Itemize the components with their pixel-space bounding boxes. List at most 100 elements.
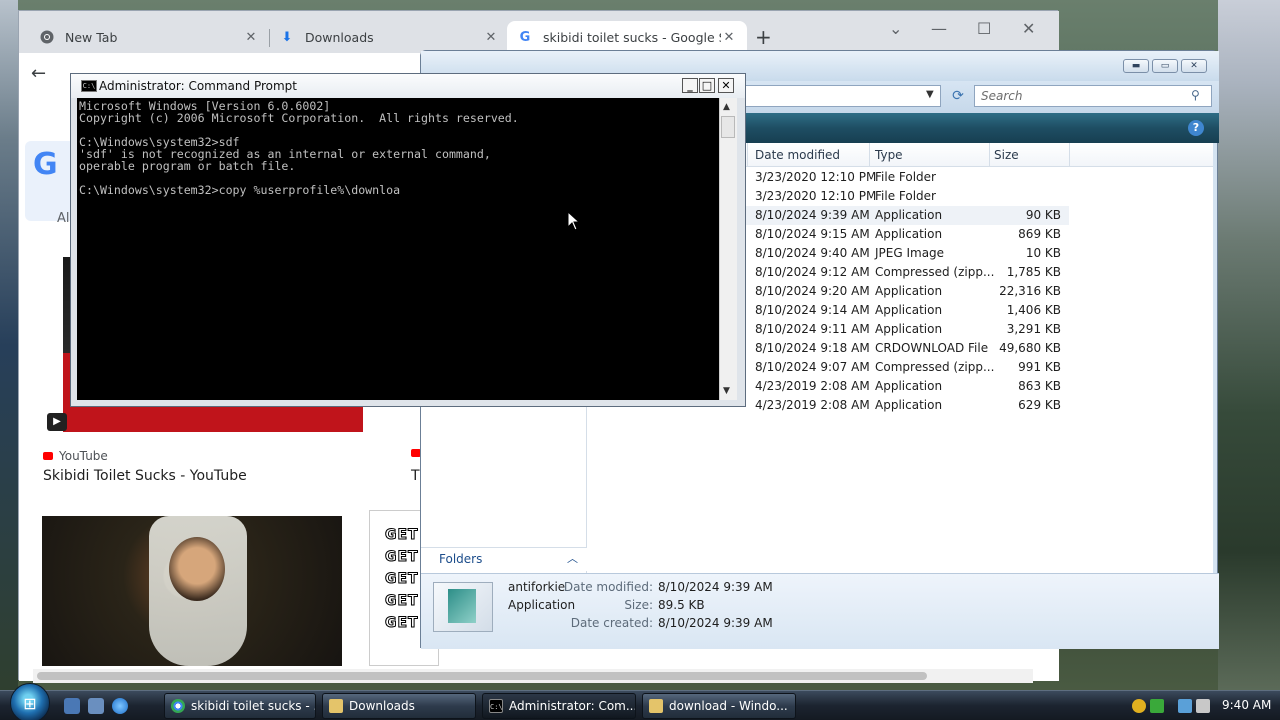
play-icon[interactable]: ▶	[47, 413, 67, 431]
tab-downloads[interactable]: ⬇ Downloads ✕	[269, 21, 509, 53]
scroll-down-icon[interactable]: ▼	[723, 386, 730, 396]
chrome-icon	[171, 699, 185, 713]
taskbar-button-downloads[interactable]: Downloads	[322, 693, 476, 719]
download-icon: ⬇	[281, 29, 293, 45]
file-size: 991 KB	[1018, 360, 1061, 374]
file-size: 22,316 KB	[999, 284, 1061, 298]
chevron-up-icon[interactable]: ︿	[567, 550, 578, 566]
file-row[interactable]: 8/10/2024 9:07 AM Compressed (zipp... 991 …	[741, 358, 1069, 377]
help-icon[interactable]: ?	[1188, 120, 1204, 136]
file-type: Application	[875, 303, 943, 317]
console-output[interactable]: Microsoft Windows [Version 6.0.6002] Cop…	[77, 98, 719, 400]
maximize-icon[interactable]: □	[699, 78, 715, 93]
scroll-up-icon[interactable]: ▲	[723, 102, 730, 112]
show-desktop-icon[interactable]	[64, 698, 80, 714]
result-title[interactable]: Skibidi Toilet Sucks - YouTube	[43, 468, 247, 484]
file-type: Application	[875, 379, 943, 393]
security-shield-icon[interactable]	[1132, 699, 1146, 713]
close-icon[interactable]: ✕	[483, 30, 499, 45]
scrollbar-thumb[interactable]	[37, 672, 927, 680]
file-type: Application	[875, 227, 943, 241]
taskbar-button-cmd[interactable]: C:\ Administrator: Com...	[482, 693, 636, 719]
file-type: Application	[875, 284, 943, 298]
new-tab-plus-icon[interactable]: +	[755, 25, 772, 49]
file-row[interactable]: 4/23/2019 2:08 AM Application 629 KB	[741, 396, 1069, 415]
start-button-windows-icon[interactable]: ⊞	[10, 683, 50, 720]
column-type[interactable]: Type	[875, 148, 903, 162]
file-type: Application	[875, 322, 943, 336]
file-size: 1,406 KB	[1006, 303, 1061, 317]
file-row[interactable]: 3/23/2020 12:10 PM File Folder	[741, 168, 1069, 187]
details-pane: antiforkie Application Date modified: 8/…	[421, 573, 1219, 649]
close-window-icon[interactable]: ✕	[1181, 59, 1207, 73]
minimize-icon[interactable]: ▬	[1123, 59, 1149, 73]
file-row[interactable]: 8/10/2024 9:18 AM CRDOWNLOAD File 49,680 K…	[741, 339, 1069, 358]
file-row[interactable]: 8/10/2024 9:14 AM Application 1,406 KB	[741, 301, 1069, 320]
window-title: Administrator: Command Prompt	[99, 79, 297, 93]
thumbnail-text: GET	[385, 527, 419, 544]
file-row[interactable]: 4/23/2019 2:08 AM Application 863 KB	[741, 377, 1069, 396]
back-arrow-icon[interactable]: ←	[31, 63, 46, 84]
desktop-background-right	[1218, 0, 1280, 690]
result-source-label: YouTube	[59, 449, 108, 463]
file-row[interactable]: 8/10/2024 9:11 AM Application 3,291 KB	[741, 320, 1069, 339]
file-row[interactable]: 8/10/2024 9:20 AM Application 22,316 KB	[741, 282, 1069, 301]
close-icon[interactable]: ✕	[243, 30, 259, 45]
file-type: File Folder	[875, 170, 936, 184]
command-prompt-window: C:\ Administrator: Command Prompt _ □ ✕ …	[70, 73, 746, 407]
close-window-icon[interactable]: ✕	[718, 78, 734, 93]
close-window-icon[interactable]: ✕	[1022, 19, 1035, 38]
google-logo-icon[interactable]: G	[33, 147, 58, 182]
taskbar-button-label: Administrator: Com...	[509, 699, 636, 713]
chevron-down-icon[interactable]: ▼	[926, 89, 934, 100]
taskbar-button-chrome[interactable]: skibidi toilet sucks - ...	[164, 693, 316, 719]
tab-search-chevron-icon[interactable]: ⌄	[889, 19, 902, 38]
file-type: JPEG Image	[875, 246, 945, 260]
tab-new-tab[interactable]: New Tab ✕	[29, 21, 269, 53]
column-separator	[989, 143, 990, 167]
folders-toggle[interactable]: Folders	[421, 547, 587, 571]
volume-muted-icon[interactable]	[1196, 699, 1210, 713]
maximize-icon[interactable]: ▭	[1152, 59, 1178, 73]
file-type: Application	[875, 208, 943, 222]
scrollbar-thumb[interactable]	[721, 116, 735, 138]
cmd-icon: C:\	[489, 699, 503, 713]
file-row[interactable]: 8/10/2024 9:15 AM Application 869 KB	[741, 225, 1069, 244]
file-row[interactable]: 8/10/2024 9:40 AM JPEG Image 10 KB	[741, 244, 1069, 263]
refresh-icon[interactable]: ⟳	[947, 85, 969, 107]
taskbar-button-explorer[interactable]: download - Windo...	[642, 693, 796, 719]
file-size: 863 KB	[1018, 379, 1061, 393]
file-date: 3/23/2020 12:10 PM	[755, 170, 877, 184]
taskbar-button-label: skibidi toilet sucks - ...	[191, 699, 316, 713]
vertical-scrollbar[interactable]	[719, 98, 737, 400]
column-size[interactable]: Size	[994, 148, 1019, 162]
file-date: 4/23/2019 2:08 AM	[755, 379, 870, 393]
cmd-icon: C:\	[81, 80, 97, 92]
file-row[interactable]: 8/10/2024 9:12 AM Compressed (zipp... 1,78…	[741, 263, 1069, 282]
minimize-icon[interactable]: _	[682, 78, 698, 93]
clock[interactable]: 9:40 AM	[1222, 698, 1271, 712]
search-icon[interactable]: ⚲	[1191, 88, 1200, 102]
column-date-modified[interactable]: Date modified	[755, 148, 840, 162]
search-input[interactable]: Search	[974, 85, 1212, 107]
details-date-created: 8/10/2024 9:39 AM	[658, 616, 773, 630]
file-row-selected[interactable]: 8/10/2024 9:39 AM Application 90 KB	[741, 206, 1069, 225]
internet-explorer-icon[interactable]	[112, 698, 128, 714]
maximize-icon[interactable]: ☐	[977, 19, 991, 38]
minimize-icon[interactable]: —	[931, 19, 947, 38]
checkmark-icon[interactable]	[1150, 699, 1164, 713]
network-icon[interactable]	[1178, 699, 1192, 713]
tab-google-search[interactable]: G skibidi toilet sucks - Google Sear ✕	[507, 21, 747, 53]
tab-label: skibidi toilet sucks - Google Sear	[543, 29, 721, 45]
cmd-title-bar[interactable]: C:\ Administrator: Command Prompt _ □ ✕	[71, 74, 745, 98]
file-type: Compressed (zipp...	[875, 265, 995, 279]
file-row[interactable]: 3/23/2020 12:10 PM File Folder	[741, 187, 1069, 206]
file-date: 8/10/2024 9:11 AM	[755, 322, 870, 336]
close-icon[interactable]: ✕	[721, 30, 737, 45]
file-date: 8/10/2024 9:39 AM	[755, 208, 870, 222]
face-image	[169, 537, 225, 601]
tab-all[interactable]: Al	[57, 211, 70, 226]
file-size: 3,291 KB	[1006, 322, 1061, 336]
file-size: 90 KB	[1025, 208, 1061, 222]
switch-windows-icon[interactable]	[88, 698, 104, 714]
